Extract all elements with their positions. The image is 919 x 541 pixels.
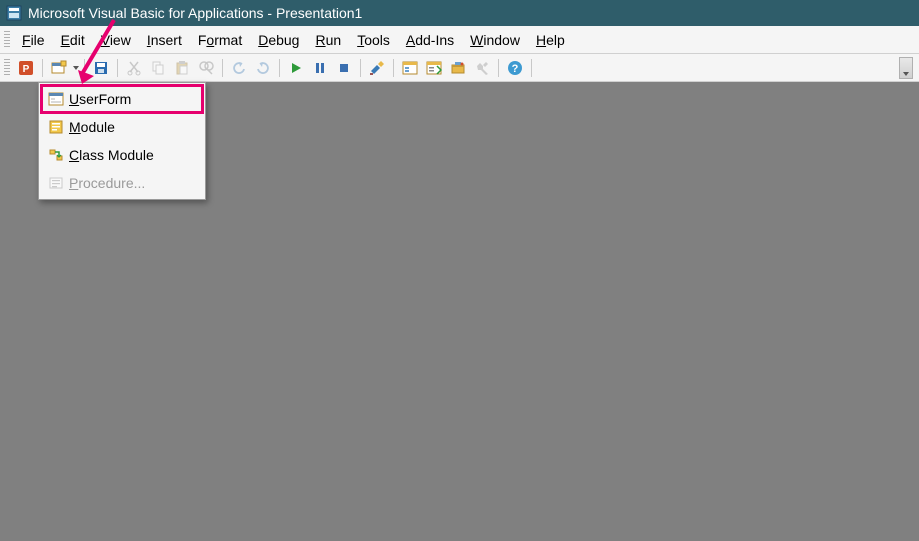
procedure-icon [43, 175, 69, 191]
insert-item-button[interactable] [48, 57, 70, 79]
menu-window[interactable]: Window [462, 30, 528, 50]
insert-menu-module[interactable]: Module [41, 113, 203, 141]
menu-help[interactable]: Help [528, 30, 573, 50]
toolbar: P [0, 54, 919, 82]
svg-text:P: P [23, 64, 30, 75]
menu-file[interactable]: File [14, 30, 53, 50]
break-button[interactable] [309, 57, 331, 79]
toolbar-separator [279, 59, 280, 77]
menu-item-label: UserForm [69, 91, 201, 107]
toolbar-separator [531, 59, 532, 77]
svg-text:?: ? [512, 63, 519, 75]
insert-menu-userform[interactable]: UserForm [41, 85, 203, 113]
find-button[interactable] [195, 57, 217, 79]
menu-edit[interactable]: Edit [53, 30, 93, 50]
class-module-icon [43, 147, 69, 163]
insert-dropdown-menu: UserForm Module Class Module Procedure..… [38, 82, 206, 200]
toolbar-grip[interactable] [4, 59, 10, 77]
menu-view[interactable]: View [93, 30, 139, 50]
userform-icon [43, 91, 69, 107]
menubar-grip[interactable] [4, 31, 10, 49]
paste-button[interactable] [171, 57, 193, 79]
copy-button[interactable] [147, 57, 169, 79]
toolbar-separator [360, 59, 361, 77]
insert-item-dropdown[interactable] [71, 66, 80, 70]
menu-tools[interactable]: Tools [349, 30, 398, 50]
chevron-down-icon [903, 72, 909, 76]
titlebar: Microsoft Visual Basic for Applications … [0, 0, 919, 26]
toolbox-button[interactable] [471, 57, 493, 79]
toolbar-separator [222, 59, 223, 77]
insert-menu-procedure: Procedure... [41, 169, 203, 197]
menu-format[interactable]: Format [190, 30, 250, 50]
run-button[interactable] [285, 57, 307, 79]
help-button[interactable]: ? [504, 57, 526, 79]
title-text: Microsoft Visual Basic for Applications … [28, 5, 362, 21]
menu-insert[interactable]: Insert [139, 30, 190, 50]
cut-button[interactable] [123, 57, 145, 79]
reset-button[interactable] [333, 57, 355, 79]
properties-window-button[interactable] [423, 57, 445, 79]
toolbar-end [899, 57, 915, 79]
menubar: File Edit View Insert Format Debug Run T… [0, 26, 919, 54]
app-icon [6, 5, 22, 21]
toolbar-separator [42, 59, 43, 77]
object-browser-button[interactable] [447, 57, 469, 79]
redo-button[interactable] [252, 57, 274, 79]
toolbar-separator [117, 59, 118, 77]
view-powerpoint-button[interactable]: P [15, 57, 37, 79]
menu-debug[interactable]: Debug [250, 30, 307, 50]
insert-menu-class-module[interactable]: Class Module [41, 141, 203, 169]
project-explorer-button[interactable] [399, 57, 421, 79]
menu-item-label: Module [69, 119, 201, 135]
menu-item-label: Procedure... [69, 175, 201, 191]
module-icon [43, 119, 69, 135]
toolbar-separator [498, 59, 499, 77]
design-mode-button[interactable] [366, 57, 388, 79]
menu-run[interactable]: Run [307, 30, 349, 50]
undo-button[interactable] [228, 57, 250, 79]
menu-addins[interactable]: Add-Ins [398, 30, 462, 50]
toolbar-separator [84, 59, 85, 77]
toolbar-overflow-button[interactable] [899, 57, 913, 79]
save-button[interactable] [90, 57, 112, 79]
toolbar-separator [393, 59, 394, 77]
menu-item-label: Class Module [69, 147, 201, 163]
chevron-down-icon [73, 66, 79, 70]
